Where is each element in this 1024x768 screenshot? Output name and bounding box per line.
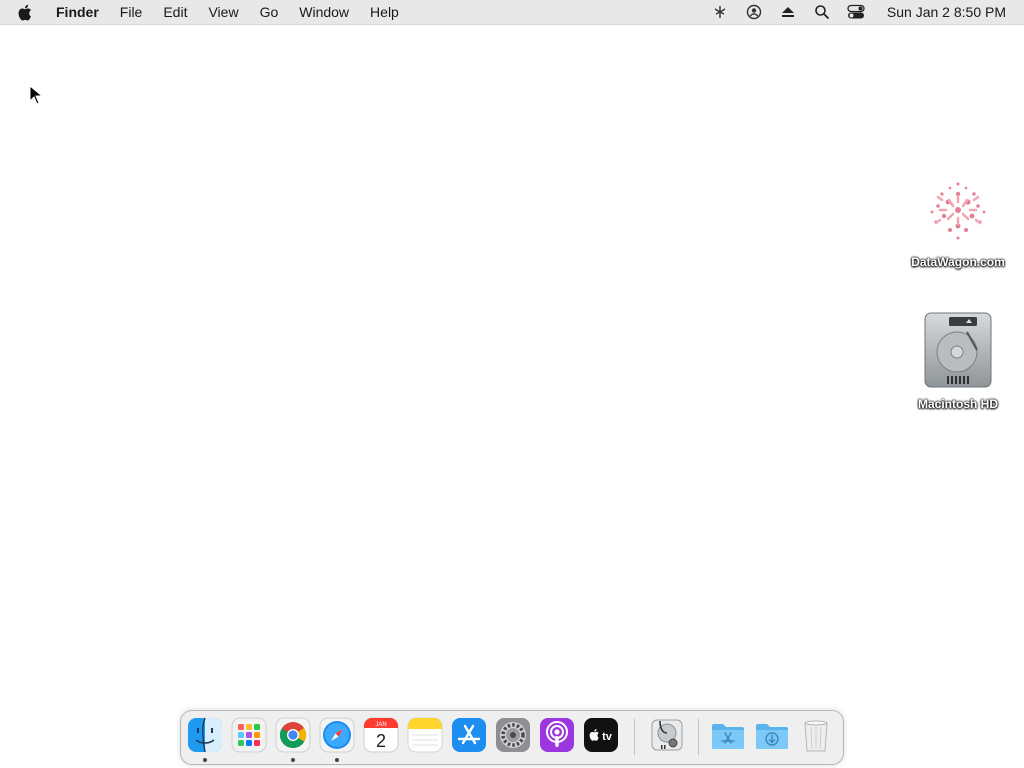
running-indicator xyxy=(203,758,207,762)
tv-glyph: tv xyxy=(602,731,613,743)
desktop-icon-label: Macintosh HD xyxy=(917,397,998,411)
dock-calendar[interactable]: JAN 2 xyxy=(363,717,399,753)
dock-trash[interactable] xyxy=(798,717,834,753)
spotlight-search-icon[interactable] xyxy=(813,3,831,21)
dock-finder[interactable] xyxy=(187,717,223,753)
apple-logo-icon[interactable] xyxy=(17,4,34,21)
dock: JAN 2 tv xyxy=(180,710,844,765)
notes-icon xyxy=(407,717,443,753)
pink-pattern-icon xyxy=(930,182,986,240)
mouse-pointer-icon xyxy=(29,85,43,105)
dock-separator xyxy=(698,719,699,755)
disk-utility-icon xyxy=(651,719,683,751)
calendar-icon: JAN 2 xyxy=(363,717,399,753)
running-indicator xyxy=(335,758,339,762)
running-indicator xyxy=(291,758,295,762)
dock-app-store[interactable] xyxy=(451,717,487,753)
control-center-icon[interactable] xyxy=(847,3,865,21)
applications-folder-icon xyxy=(712,724,744,749)
menu-window[interactable]: Window xyxy=(299,0,349,24)
dock-apple-tv[interactable]: tv xyxy=(583,717,619,753)
safari-icon xyxy=(319,717,355,753)
calendar-month: JAN xyxy=(375,722,386,728)
dock-safari[interactable] xyxy=(319,717,355,753)
downloads-folder-icon xyxy=(756,724,788,749)
apple-tv-icon: tv xyxy=(584,718,618,752)
network-icon[interactable] xyxy=(711,3,729,21)
dock-system-preferences[interactable] xyxy=(495,717,531,753)
trash-icon xyxy=(804,720,828,752)
gear-icon xyxy=(496,718,530,752)
chrome-icon xyxy=(275,717,311,753)
menu-bar-clock[interactable]: Sun Jan 2 8:50 PM xyxy=(887,0,1006,24)
dock-launchpad[interactable] xyxy=(231,717,267,753)
dock-applications-folder[interactable] xyxy=(710,717,746,753)
menu-bar: Finder File Edit View Go Window Help Sun… xyxy=(0,0,1024,25)
user-account-icon[interactable] xyxy=(745,3,763,21)
dock-disk-utility[interactable] xyxy=(649,717,685,753)
dock-podcasts[interactable] xyxy=(539,717,575,753)
calendar-day: 2 xyxy=(376,731,386,751)
eject-icon[interactable] xyxy=(779,3,797,21)
desktop-icon-datawagon[interactable]: DataWagon.com xyxy=(898,172,1018,271)
menu-go[interactable]: Go xyxy=(260,0,279,24)
desktop-icon-macintosh-hd[interactable]: Macintosh HD xyxy=(898,310,1018,413)
dock-downloads-folder[interactable] xyxy=(754,717,790,753)
menu-file[interactable]: File xyxy=(120,0,143,24)
menu-edit[interactable]: Edit xyxy=(163,0,187,24)
dock-google-chrome[interactable] xyxy=(275,717,311,753)
dock-notes[interactable] xyxy=(407,717,443,753)
finder-icon xyxy=(188,717,222,753)
app-store-icon xyxy=(452,718,486,752)
menu-view[interactable]: View xyxy=(208,0,238,24)
menu-help[interactable]: Help xyxy=(370,0,399,24)
podcasts-icon xyxy=(540,718,574,752)
launchpad-icon xyxy=(231,717,267,753)
dock-separator xyxy=(634,719,635,755)
desktop-icon-label: DataWagon.com xyxy=(911,255,1005,269)
menu-finder[interactable]: Finder xyxy=(56,0,99,24)
hard-drive-icon xyxy=(924,312,992,388)
